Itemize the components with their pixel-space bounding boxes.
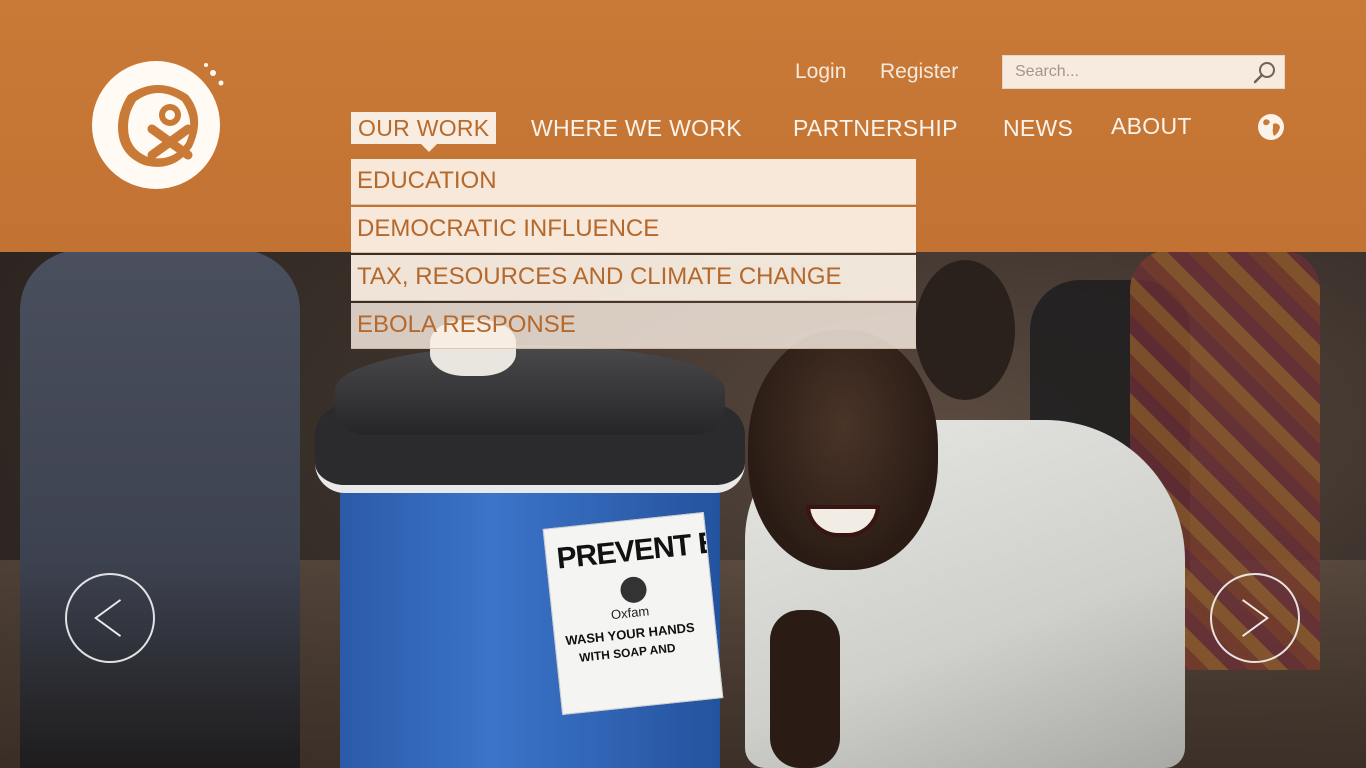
nav-about[interactable]: ABOUT <box>1111 110 1192 142</box>
carousel-prev-button[interactable] <box>65 573 155 663</box>
globe-icon[interactable] <box>1256 112 1286 142</box>
sticker-logo-icon <box>619 575 648 605</box>
nav-our-work[interactable]: OUR WORK <box>351 112 497 152</box>
nav-news[interactable]: NEWS <box>1003 112 1073 144</box>
boy-arm <box>770 610 840 768</box>
bucket-sticker: PREVENT EBO Oxfam WASH YOUR HANDS WITH S… <box>542 512 724 715</box>
bucket-lid <box>335 345 725 435</box>
background-child <box>915 260 1015 400</box>
sticker-headline: PREVENT EBO <box>555 521 723 576</box>
our-work-dropdown: EDUCATION DEMOCRATIC INFLUENCE TAX, RESO… <box>351 159 916 351</box>
login-link[interactable]: Login <box>795 60 846 84</box>
dropdown-item-democratic-influence[interactable]: DEMOCRATIC INFLUENCE <box>351 207 916 253</box>
chevron-right-icon <box>1242 599 1270 637</box>
background-person-left <box>20 250 300 768</box>
carousel-next-button[interactable] <box>1210 573 1300 663</box>
search-box <box>1002 55 1285 89</box>
dropdown-item-education[interactable]: EDUCATION <box>351 159 916 205</box>
search-icon[interactable] <box>1252 60 1278 86</box>
chevron-left-icon <box>94 599 122 637</box>
oxfam-logo-icon[interactable] <box>88 55 228 193</box>
search-input[interactable] <box>1003 56 1245 88</box>
register-link[interactable]: Register <box>880 60 958 84</box>
dropdown-item-ebola-response[interactable]: EBOLA RESPONSE <box>351 303 916 349</box>
nav-where-we-work[interactable]: WHERE WE WORK <box>531 112 742 144</box>
dropdown-item-tax-resources-climate[interactable]: TAX, RESOURCES AND CLIMATE CHANGE <box>351 255 916 301</box>
nav-partnership[interactable]: PARTNERSHIP <box>793 112 958 144</box>
